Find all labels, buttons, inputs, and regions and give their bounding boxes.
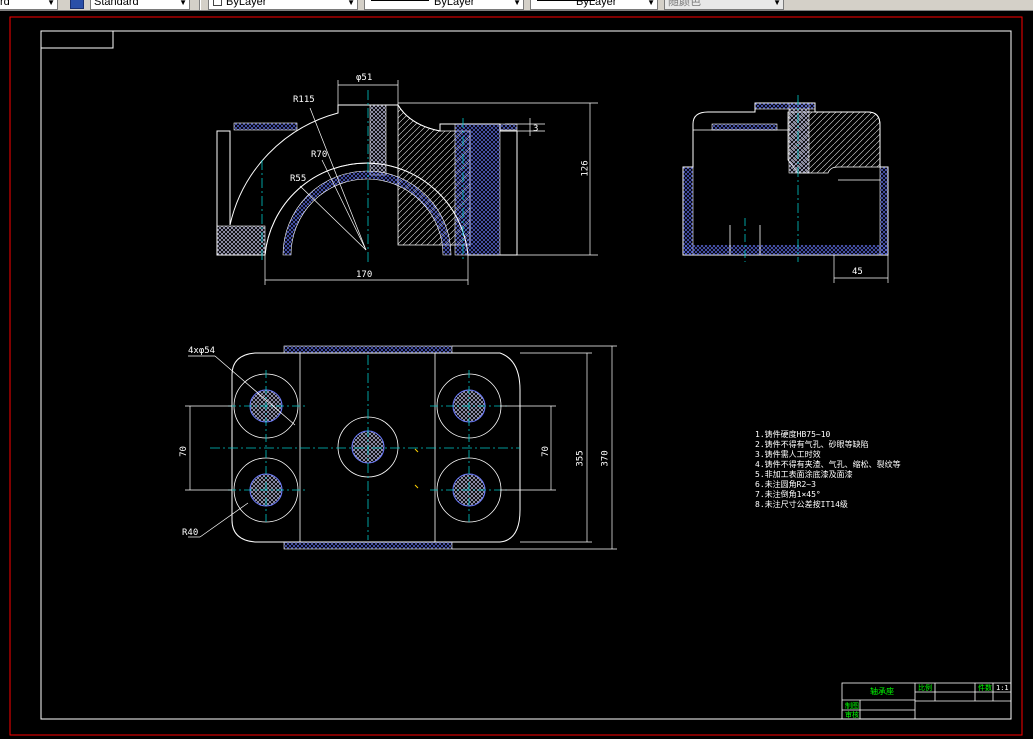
dim-45: 45 [852, 267, 863, 277]
chevron-down-icon: ▼ [179, 0, 187, 7]
side-view [682, 95, 889, 283]
dim-r115: R115 [293, 95, 315, 105]
title-cell-ratio: 1:1 [996, 684, 1009, 692]
note-line: 3.铸件需人工时效 [755, 450, 821, 459]
properties-toolbar: rd ▼ Standard ▼ ByLayer ▼ ByLayer ▼ ByLa… [0, 0, 1033, 11]
linetype-select[interactable]: ByLayer ▼ [364, 0, 524, 10]
chevron-down-icon: ▼ [347, 0, 355, 7]
title-cell-qty: 件数 [978, 684, 992, 692]
note-line: 2.铸件不得有气孔、砂眼等缺陷 [755, 440, 869, 449]
color-value: ByLayer [226, 0, 267, 8]
lineweight-select[interactable]: ByLayer ▼ [530, 0, 658, 10]
front-view [216, 80, 598, 285]
dim-355: 355 [575, 450, 586, 467]
chevron-down-icon: ▼ [513, 0, 521, 7]
linetype-value: ByLayer [434, 0, 475, 8]
note-line: 1.铸件硬度HB75~10 [755, 430, 831, 439]
title-cell-checked: 审核 [845, 711, 859, 719]
chevron-down-icon: ▼ [773, 0, 781, 7]
dim-70-left: 70 [178, 446, 189, 457]
note-line: 4.铸件不得有夹渣、气孔、缩松、裂纹等 [755, 460, 901, 469]
plot-style-select[interactable]: 随颜色 ▼ [664, 0, 784, 10]
frame-corner-box [40, 30, 114, 49]
note-line: 5.非加工表面涂底漆及面漆 [755, 470, 853, 479]
lineweight-value: ByLayer [576, 0, 617, 8]
dim-170-front: 170 [356, 270, 373, 280]
plot-style-value: 随颜色 [668, 0, 701, 8]
lineweight-preview [537, 0, 595, 1]
dim-r70: R70 [311, 150, 328, 160]
dim-126: 126 [580, 160, 591, 177]
dim-r55: R55 [290, 174, 307, 184]
dim-370: 370 [600, 450, 611, 467]
text-style-value: Standard [94, 0, 139, 8]
top-view [185, 345, 617, 550]
toolbar-separator [199, 0, 201, 10]
chevron-down-icon: ▼ [47, 0, 55, 7]
note-line: 6.未注圆角R2~3 [755, 480, 816, 489]
text-style-select[interactable]: Standard ▼ [90, 0, 190, 10]
technical-notes: 1.铸件硬度HB75~10 2.铸件不得有气孔、砂眼等缺陷 3.铸件需人工时效 … [755, 431, 901, 511]
drawing-canvas[interactable]: φ51 R115 R70 R55 170 126 3 45 4xφ54 R40 … [0, 12, 1033, 739]
title-part-name: 轴承座 [870, 687, 894, 696]
text-style-icon[interactable] [70, 0, 84, 9]
note-line: 8.未注尺寸公差按IT14级 [755, 500, 848, 509]
dim-70-right: 70 [540, 446, 551, 457]
dim-3: 3 [533, 124, 539, 134]
dim-r40: R40 [182, 528, 199, 538]
color-select[interactable]: ByLayer ▼ [208, 0, 358, 10]
chevron-down-icon: ▼ [647, 0, 655, 7]
note-line: 7.未注倒角1×45° [755, 490, 821, 499]
dim-style-value: rd [0, 0, 10, 8]
dim-4xphi54: 4xφ54 [188, 346, 216, 356]
drawing-svg [9, 16, 1023, 736]
dim-style-select[interactable]: rd ▼ [0, 0, 58, 10]
color-swatch-icon [213, 0, 222, 6]
linetype-preview [371, 0, 429, 1]
dim-phi51: φ51 [356, 73, 373, 83]
title-cell-drawn: 制图 [845, 702, 859, 710]
title-cell-scale: 比例 [918, 684, 932, 692]
